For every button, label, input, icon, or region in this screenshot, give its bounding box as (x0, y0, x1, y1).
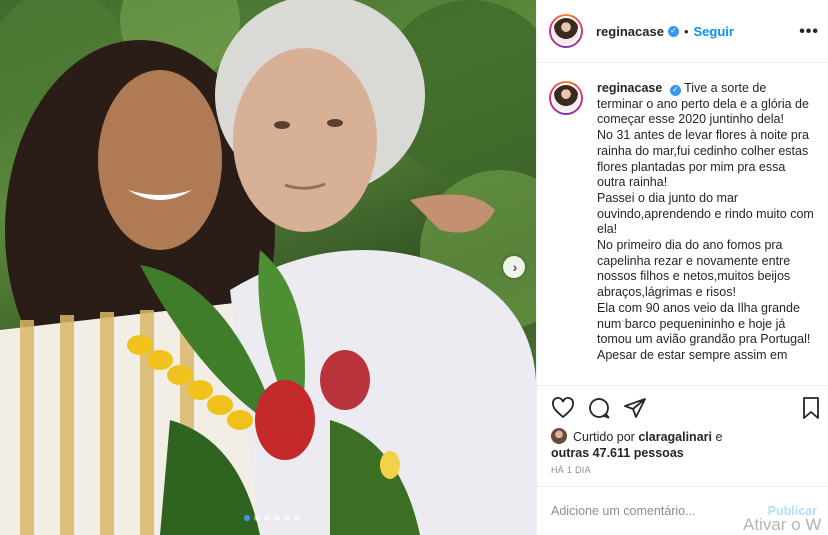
likes-summary: Curtido por claragalinari e outras 47.61… (551, 428, 821, 461)
action-bar (537, 385, 828, 425)
carousel-dot (284, 515, 290, 521)
share-icon[interactable] (623, 396, 647, 420)
caption-username[interactable]: reginacase (597, 81, 662, 95)
liked-by-others[interactable]: outras 47.611 pessoas (551, 446, 684, 460)
heart-icon[interactable] (551, 396, 575, 420)
carousel-dot (254, 515, 260, 521)
caption-section: reginacase ✓ Tive a sorte de terminar o … (537, 64, 828, 384)
more-options-icon[interactable]: ••• (799, 24, 819, 40)
header-username[interactable]: reginacase (596, 24, 664, 39)
caption: reginacase ✓ Tive a sorte de terminar o … (597, 81, 815, 384)
carousel-dot (264, 515, 270, 521)
activation-watermark: Ativar o W (743, 515, 822, 534)
chevron-right-icon: › (512, 259, 518, 275)
carousel-dot (274, 515, 280, 521)
liked-by-prefix: Curtido por (573, 430, 635, 444)
post-photo[interactable]: › (0, 0, 536, 535)
follow-button[interactable]: Seguir (694, 24, 734, 39)
bookmark-icon[interactable] (801, 396, 821, 420)
post-timestamp[interactable]: HÁ 1 DIA (551, 465, 591, 475)
comment-icon[interactable] (587, 396, 611, 420)
liked-by-user[interactable]: claragalinari (638, 430, 712, 444)
verified-icon: ✓ (667, 25, 679, 37)
liker-avatar[interactable] (551, 428, 567, 444)
photo-illustration (0, 0, 536, 535)
post-header: reginacase ✓ • Seguir ••• (537, 0, 828, 63)
caption-text: Tive a sorte de terminar o ano perto del… (597, 81, 814, 362)
avatar[interactable] (549, 81, 583, 115)
post-sidebar: reginacase ✓ • Seguir ••• reginacase ✓ T… (536, 0, 828, 535)
carousel-dot (244, 515, 250, 521)
comment-input[interactable] (551, 504, 768, 518)
avatar[interactable] (549, 14, 583, 48)
header-separator: • (683, 23, 689, 39)
carousel-indicator (244, 515, 300, 521)
carousel-next-button[interactable]: › (503, 256, 525, 278)
verified-icon: ✓ (669, 84, 681, 96)
carousel-dot (294, 515, 300, 521)
liked-by-middle: e (711, 430, 723, 444)
